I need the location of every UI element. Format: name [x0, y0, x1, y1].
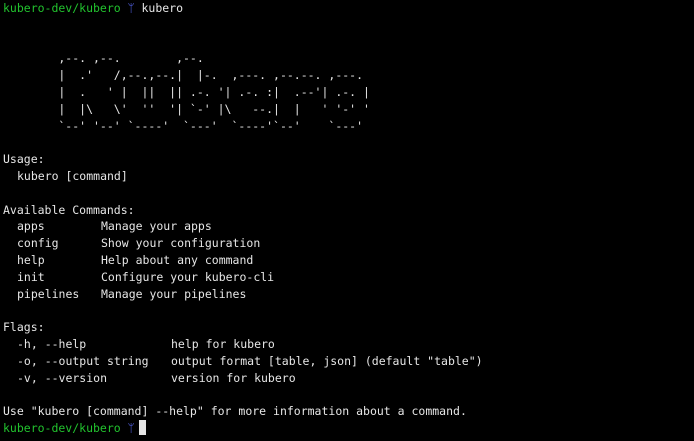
terminal-window[interactable]: kubero-dev/kubero ᛘ kubero ,--. ,--. ,--…	[0, 0, 694, 441]
command-desc: Configure your kubero-cli	[101, 269, 275, 284]
command-desc: Manage your apps	[101, 219, 212, 234]
command-desc: Help about any command	[101, 252, 254, 267]
prompt-branch-icon: ᛘ	[127, 420, 135, 435]
flag-desc: output format [table, json] (default "ta…	[171, 353, 483, 368]
flag-row: -o, --output string output format [table,…	[3, 353, 694, 370]
command-desc: Manage your pipelines	[101, 286, 247, 301]
command-row: pipelines Manage your pipelines	[3, 286, 694, 303]
prompt-cwd: kubero-dev/kubero	[3, 1, 121, 15]
active-prompt-line[interactable]: kubero-dev/kubero ᛘ	[3, 419, 694, 437]
banner-line: `--' '--' `----' `---' `----'`--' `---'	[3, 118, 364, 133]
flag-row: -h, --help help for kubero	[3, 336, 694, 353]
flag-desc: version for kubero	[171, 370, 296, 385]
footer-hint: Use "kubero [command] --help" for more i…	[3, 404, 467, 419]
commands-heading: Available Commands:	[3, 202, 135, 217]
usage-line: kubero [command]	[17, 168, 128, 183]
flags-heading: Flags:	[3, 320, 45, 335]
prompt-branch-icon: ᛘ	[127, 1, 135, 15]
command-row: init Configure your kubero-cli	[3, 269, 694, 286]
command-name: init	[17, 269, 45, 284]
cursor-block[interactable]	[138, 419, 146, 435]
prompt-command: kubero	[141, 1, 184, 15]
flag-desc: help for kubero	[171, 336, 275, 351]
command-name: help	[17, 252, 45, 267]
command-row: help Help about any command	[3, 252, 694, 269]
usage-heading: Usage:	[3, 152, 45, 167]
command-row: apps Manage your apps	[3, 218, 694, 235]
command-name: config	[17, 236, 59, 251]
banner-line: | . ' | || || .-. '| .-. :| .--'| .-. |	[3, 84, 370, 99]
banner-line: ,--. ,--. ,--.	[3, 51, 204, 66]
command-name: apps	[17, 219, 45, 234]
banner-line: | |\ \' '' '| `-' |\ --.| | ' '-' '	[3, 101, 370, 116]
flag-name: -h, --help	[17, 336, 87, 351]
prompt-cwd: kubero-dev/kubero	[3, 420, 121, 435]
banner-line: | .' /,--.,--.| |-. ,---. ,--.--. ,---.	[3, 68, 364, 83]
command-desc: Show your configuration	[101, 236, 261, 251]
command-row: config Show your configuration	[3, 235, 694, 252]
flag-name: -v, --version	[17, 370, 108, 385]
command-name: pipelines	[17, 286, 80, 301]
flag-row: -v, --version version for kubero	[3, 370, 694, 387]
flag-name: -o, --output string	[17, 353, 149, 368]
prompt-line: kubero-dev/kubero ᛘ kubero	[3, 0, 694, 17]
ascii-banner: ,--. ,--. ,--. | .' /,--.,--.| |-. ,---.…	[3, 50, 694, 134]
